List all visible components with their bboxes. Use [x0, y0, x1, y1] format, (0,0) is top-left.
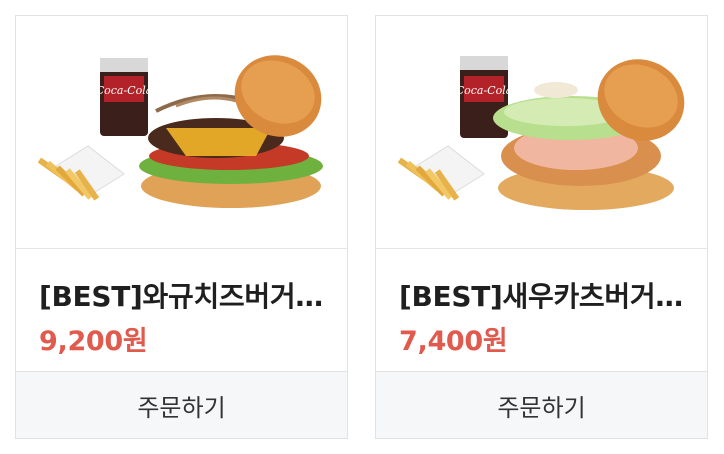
- burger-icon: [493, 59, 685, 210]
- svg-text:Coca-Cola: Coca-Cola: [96, 84, 153, 97]
- product-price: 9,200원: [39, 326, 148, 357]
- product-info[interactable]: [BEST]와규치즈버거세트 9,200원: [16, 248, 347, 372]
- product-name[interactable]: [BEST]와규치즈버거세트: [39, 275, 329, 315]
- order-button[interactable]: 주문하기: [16, 371, 347, 438]
- product-image[interactable]: Coca-Cola: [376, 16, 707, 248]
- product-grid: Coca-Cola [BEST]와규치즈버거세트 9,200원 주문하기 Coc…: [0, 0, 724, 454]
- product-image[interactable]: Coca-Cola: [16, 16, 347, 248]
- burger-icon: [139, 55, 323, 208]
- burger-combo-image: Coca-Cola: [397, 56, 685, 210]
- product-card[interactable]: Coca-Cola: [375, 15, 708, 439]
- product-name[interactable]: [BEST]새우카츠버거세트: [399, 275, 689, 315]
- product-price: 7,400원: [399, 326, 508, 357]
- product-info[interactable]: [BEST]새우카츠버거세트 7,400원: [376, 248, 707, 372]
- burger-combo-image: Coca-Cola: [37, 55, 323, 208]
- order-button[interactable]: 주문하기: [376, 371, 707, 438]
- cola-cup-icon: Coca-Cola: [96, 58, 153, 136]
- fries-icon: [397, 145, 485, 201]
- fries-icon: [37, 145, 125, 201]
- svg-text:Coca-Cola: Coca-Cola: [456, 84, 513, 97]
- product-card[interactable]: Coca-Cola: [15, 15, 348, 439]
